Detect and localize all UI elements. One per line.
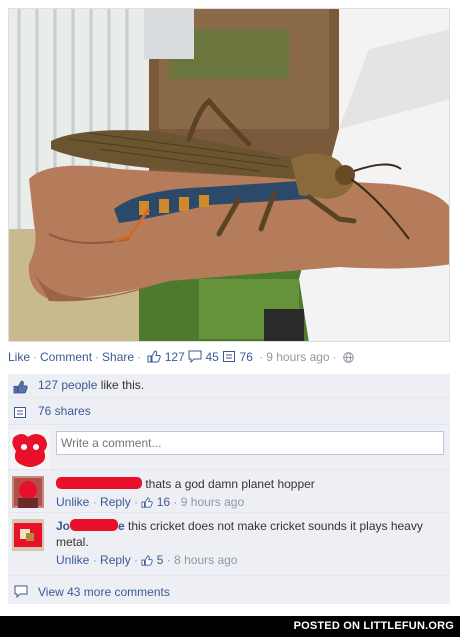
comment-body: thats a god damn planet hopper Unlike · …	[56, 476, 442, 510]
site-watermark: POSTED ON LITTLEFUN.ORG	[0, 616, 460, 637]
comment-likes-count[interactable]: 5	[157, 553, 164, 567]
feedback-panel: 127 people like this. 76 shares Write a …	[8, 374, 450, 604]
comment-bubble-icon	[14, 585, 28, 598]
post-timestamp[interactable]: 9 hours ago	[266, 350, 329, 364]
shares-link[interactable]: 76 shares	[38, 404, 91, 418]
likes-count[interactable]: 127	[165, 350, 185, 364]
avatar	[10, 429, 50, 469]
comment-body: Jo e this cricket does not make cricket s…	[56, 518, 442, 568]
redacted-avatar-image	[12, 476, 44, 508]
comment-meta: Unlike · Reply · 16 · 9 hours ago	[56, 495, 245, 509]
like-link[interactable]: Like	[8, 350, 30, 364]
separator: ·	[332, 350, 337, 364]
likes-people-link[interactable]: 127 people	[38, 378, 97, 392]
view-more-comments-row: View 43 more comments	[8, 578, 450, 604]
comment-text: thats a god damn planet hopper	[145, 477, 315, 491]
separator: ·	[33, 350, 38, 364]
comment-timestamp: 8 hours ago	[174, 553, 238, 567]
share-link[interactable]: Share	[102, 350, 134, 364]
share-icon	[223, 351, 236, 362]
reply-link[interactable]: Reply	[100, 553, 131, 567]
thumbs-up-icon	[13, 380, 28, 394]
redaction-mark	[70, 519, 119, 531]
thumbs-up-icon	[141, 497, 154, 508]
likes-text: like this.	[97, 378, 145, 392]
separator: ·	[137, 350, 142, 364]
comment-bubble-icon	[188, 350, 202, 363]
comment-link[interactable]: Comment	[40, 350, 92, 364]
comment-input[interactable]	[56, 431, 444, 455]
avatar[interactable]	[12, 476, 44, 508]
unlike-link[interactable]: Unlike	[56, 553, 89, 567]
shares-count[interactable]: 76	[240, 350, 253, 364]
separator: ·	[259, 350, 264, 364]
comment-author-name-end: e	[118, 519, 125, 533]
comment-author[interactable]	[56, 477, 142, 491]
comment-meta: Unlike · Reply · 5 · 8 hours ago	[56, 553, 238, 567]
avatar[interactable]	[12, 519, 44, 551]
comment-author-name-start: Jo	[56, 519, 71, 533]
post-action-bar: Like · Comment · Share · 127 45 76 · 9 hours a…	[8, 350, 450, 366]
redaction-mark	[56, 477, 142, 489]
post-photo[interactable]	[8, 8, 450, 342]
thumbs-up-icon	[147, 350, 162, 363]
write-comment-row	[8, 426, 450, 470]
share-icon	[14, 407, 26, 418]
unlike-link[interactable]: Unlike	[56, 495, 89, 509]
redacted-avatar-image	[10, 429, 50, 469]
reply-link[interactable]: Reply	[100, 495, 131, 509]
likes-summary-row: 127 people like this.	[8, 374, 450, 398]
view-more-comments-link[interactable]: View 43 more comments	[38, 585, 170, 599]
grasshopper-photo	[9, 9, 449, 341]
comment-likes-count[interactable]: 16	[157, 495, 170, 509]
comment-item: thats a god damn planet hopper Unlike · …	[8, 471, 450, 513]
globe-icon[interactable]	[343, 352, 354, 363]
thumbs-up-icon	[141, 555, 154, 566]
comment-item: Jo e this cricket does not make cricket s…	[8, 514, 450, 576]
shares-summary-row: 76 shares	[8, 399, 450, 425]
separator: ·	[95, 350, 100, 364]
comment-timestamp: 9 hours ago	[180, 495, 245, 509]
comment-author[interactable]: Jo e	[56, 519, 125, 533]
comments-count[interactable]: 45	[205, 350, 218, 364]
redacted-avatar-image	[12, 519, 44, 551]
